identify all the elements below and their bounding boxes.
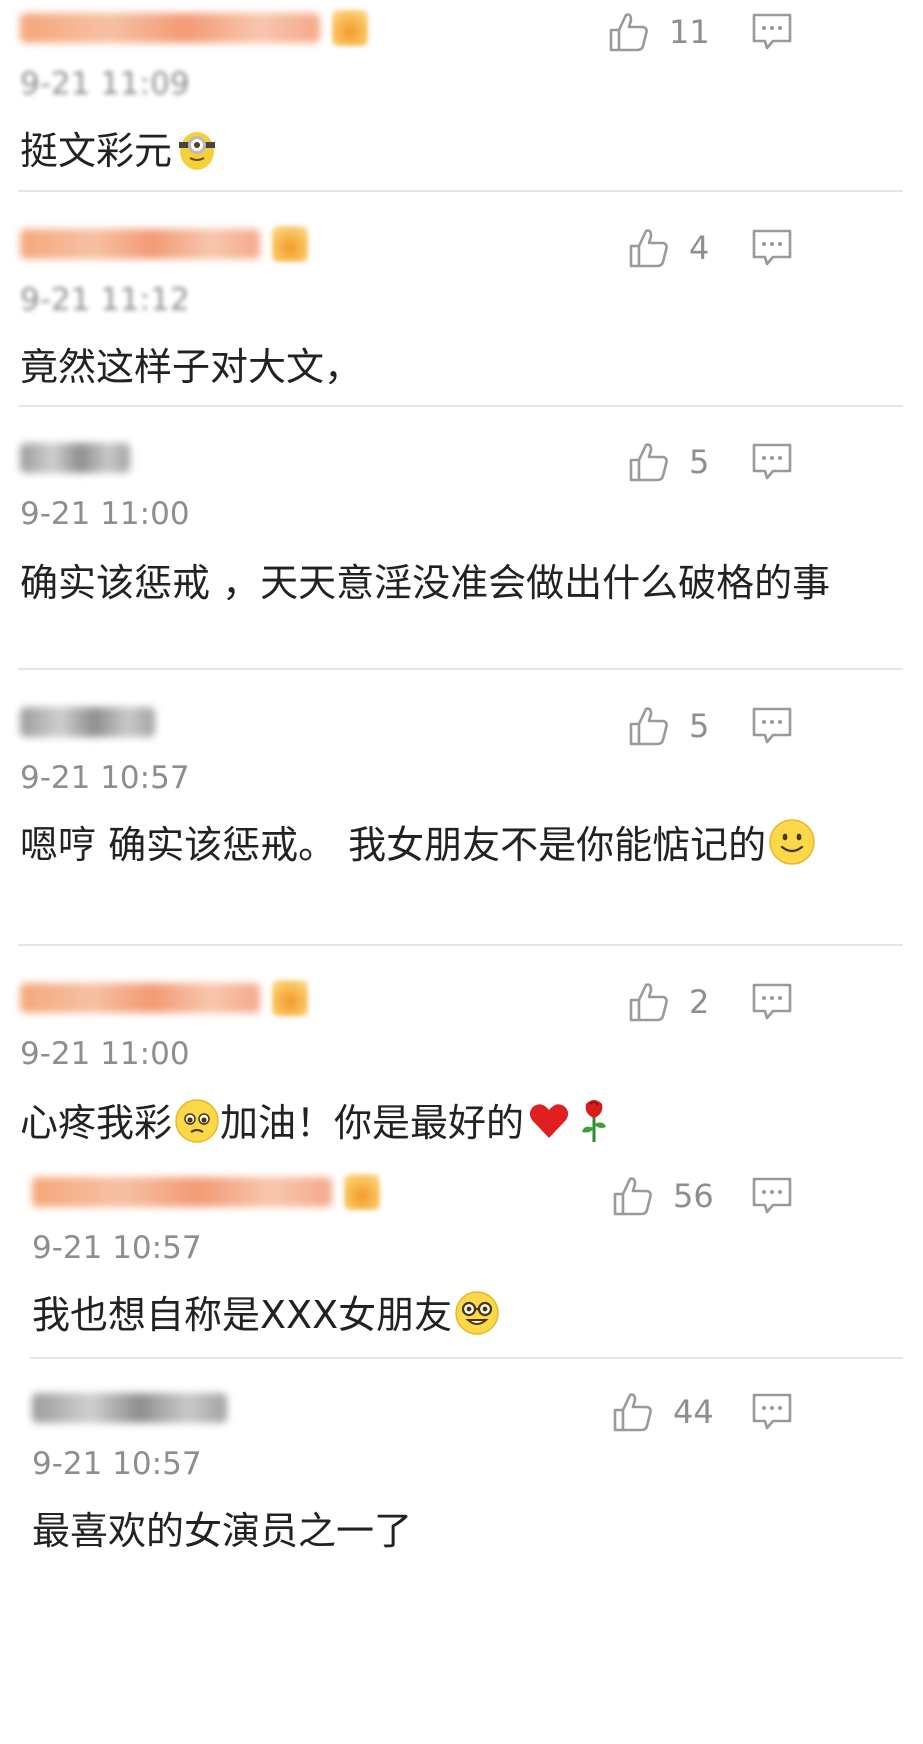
thumbs-up-icon[interactable] xyxy=(627,440,671,484)
reply-icon[interactable] xyxy=(751,1176,793,1216)
minion-emoji xyxy=(179,132,216,170)
comment-actions: 56 xyxy=(603,1170,923,1230)
comment-time: 9-21 11:12 xyxy=(20,282,190,318)
reply-icon[interactable] xyxy=(751,982,793,1022)
comment-time: 9-21 11:09 xyxy=(20,66,190,102)
username-blurred[interactable] xyxy=(20,700,155,744)
vip-badge-icon xyxy=(272,226,308,262)
like-count[interactable]: 5 xyxy=(689,440,709,484)
divider xyxy=(18,190,903,192)
like-count[interactable]: 5 xyxy=(689,704,709,748)
comment-text: 心疼我彩 加油！你是最好的 xyxy=(20,1094,840,1150)
like-count[interactable]: 11 xyxy=(669,10,710,54)
username-blurred[interactable] xyxy=(20,6,368,50)
divider xyxy=(18,668,903,670)
comment-time: 9-21 10:57 xyxy=(32,1230,202,1266)
divider xyxy=(30,1357,903,1359)
vip-badge-icon xyxy=(272,980,308,1016)
comment-time: 9-21 11:00 xyxy=(20,496,190,532)
like-count[interactable]: 56 xyxy=(673,1174,714,1218)
username-blurred[interactable] xyxy=(20,436,130,480)
comment-text: 确实该惩戒 ，天天意淫没准会做出什么破格的事 xyxy=(20,561,831,605)
comment-actions: 44 xyxy=(603,1386,923,1446)
comment-actions: 5 xyxy=(603,436,923,496)
username-blurred[interactable] xyxy=(20,976,308,1020)
reply-icon[interactable] xyxy=(751,228,793,268)
vip-badge-icon xyxy=(344,1174,380,1210)
username-blurred[interactable] xyxy=(32,1170,380,1214)
divider xyxy=(18,944,903,946)
username-blurred[interactable] xyxy=(20,222,308,266)
comment-actions: 11 xyxy=(603,6,923,66)
thumbs-up-icon[interactable] xyxy=(627,704,671,748)
comment-actions: 2 xyxy=(603,976,923,1036)
pleading-emoji xyxy=(175,1099,219,1143)
thumbs-up-icon[interactable] xyxy=(627,980,671,1024)
smile-emoji xyxy=(769,819,815,865)
reply-icon[interactable] xyxy=(751,1392,793,1432)
thumbs-up-icon[interactable] xyxy=(607,10,651,54)
divider xyxy=(18,405,903,407)
thumbs-up-icon[interactable] xyxy=(611,1174,655,1218)
comment-feed: 9-21 11:09 11 挺文彩元 9-21 11:12 4 竟然这样子对大文… xyxy=(0,0,923,1744)
comment-text: 挺文彩元 xyxy=(20,124,840,178)
heart-emoji xyxy=(529,1104,569,1138)
thumbs-up-icon[interactable] xyxy=(611,1390,655,1434)
comment-text: 竟然这样子对大文， xyxy=(20,345,363,389)
rose-emoji xyxy=(582,1100,607,1142)
nerd-emoji xyxy=(455,1291,499,1335)
comment-text: 我也想自称是XXX女朋友 xyxy=(32,1288,852,1342)
thumbs-up-icon[interactable] xyxy=(627,226,671,270)
comment-actions: 5 xyxy=(603,700,923,760)
comment-text: 嗯哼 确实该惩戒。 我女朋友不是你能惦记的 xyxy=(20,814,840,876)
vip-badge-icon xyxy=(332,10,368,46)
username-blurred[interactable] xyxy=(32,1386,227,1430)
comment-time: 9-21 10:57 xyxy=(20,760,190,796)
comment-time: 9-21 10:57 xyxy=(32,1446,202,1482)
like-count[interactable]: 44 xyxy=(673,1390,714,1434)
reply-icon[interactable] xyxy=(751,706,793,746)
reply-icon[interactable] xyxy=(751,442,793,482)
reply-icon[interactable] xyxy=(751,12,793,52)
like-count[interactable]: 4 xyxy=(689,226,709,270)
comment-time: 9-21 11:00 xyxy=(20,1036,190,1072)
like-count[interactable]: 2 xyxy=(689,980,709,1024)
comment-text: 最喜欢的女演员之一了 xyxy=(32,1509,413,1553)
comment-actions: 4 xyxy=(603,222,923,282)
